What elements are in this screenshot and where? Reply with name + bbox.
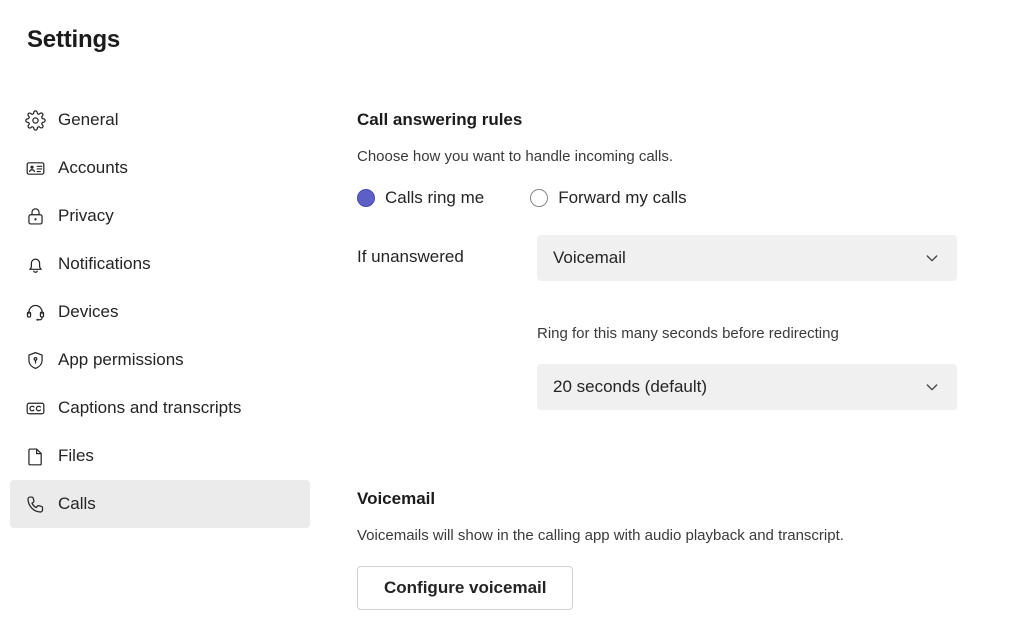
sidebar-item-label: General: [58, 110, 119, 129]
if-unanswered-dropdown[interactable]: Voicemail: [537, 235, 957, 281]
sidebar-item-label: Calls: [58, 494, 96, 513]
ring-duration-dropdown[interactable]: 20 seconds (default): [537, 364, 957, 410]
lock-icon: [24, 205, 46, 227]
sidebar-item-general[interactable]: General: [10, 96, 310, 144]
ring-duration-value: 20 seconds (default): [553, 377, 708, 396]
sidebar-item-privacy[interactable]: Privacy: [10, 192, 310, 240]
if-unanswered-value: Voicemail: [553, 248, 626, 267]
sidebar-item-app-permissions[interactable]: App permissions: [10, 336, 310, 384]
radio-selected-icon: [357, 189, 375, 207]
settings-sidebar: General Accounts Privacy Notifications D…: [0, 96, 330, 528]
sidebar-item-label: Privacy: [58, 206, 114, 225]
headset-icon: [24, 301, 46, 323]
closed-caption-icon: [24, 397, 46, 419]
voicemail-heading: Voicemail: [357, 489, 436, 508]
sidebar-item-captions-and-transcripts[interactable]: Captions and transcripts: [10, 384, 310, 432]
page-title: Settings: [27, 26, 121, 53]
configure-voicemail-button[interactable]: Configure voicemail: [357, 566, 574, 610]
sidebar-item-files[interactable]: Files: [10, 432, 310, 480]
call-answering-rules-description: Choose how you want to handle incoming c…: [357, 148, 674, 165]
sidebar-item-calls[interactable]: Calls: [10, 480, 310, 528]
sidebar-item-accounts[interactable]: Accounts: [10, 144, 310, 192]
if-unanswered-label: If unanswered: [357, 247, 464, 266]
radio-label: Calls ring me: [385, 188, 485, 207]
call-answering-radio-group: Calls ring me Forward my calls: [357, 187, 687, 209]
sidebar-item-devices[interactable]: Devices: [10, 288, 310, 336]
document-icon: [24, 445, 46, 467]
call-answering-rules-heading: Call answering rules: [357, 110, 523, 129]
phone-icon: [24, 493, 46, 515]
chevron-down-icon: [923, 249, 941, 267]
bell-icon: [24, 253, 46, 275]
contact-card-icon: [24, 157, 46, 179]
radio-unselected-icon: [530, 189, 549, 207]
radio-label: Forward my calls: [558, 188, 687, 207]
radio-calls-ring-me[interactable]: Calls ring me: [357, 187, 484, 209]
sidebar-item-label: Files: [58, 446, 94, 465]
voicemail-description: Voicemails will show in the calling app …: [357, 527, 844, 544]
sidebar-item-label: Accounts: [58, 158, 128, 177]
shield-key-icon: [24, 349, 46, 371]
gear-icon: [24, 109, 46, 131]
sidebar-item-notifications[interactable]: Notifications: [10, 240, 310, 288]
radio-forward-my-calls[interactable]: Forward my calls: [530, 187, 687, 209]
sidebar-item-label: Notifications: [58, 254, 151, 273]
sidebar-item-label: Devices: [58, 302, 119, 321]
ring-duration-label: Ring for this many seconds before redire…: [537, 325, 839, 342]
chevron-down-icon: [923, 378, 941, 396]
sidebar-item-label: App permissions: [58, 350, 184, 369]
sidebar-item-label: Captions and transcripts: [58, 398, 242, 417]
